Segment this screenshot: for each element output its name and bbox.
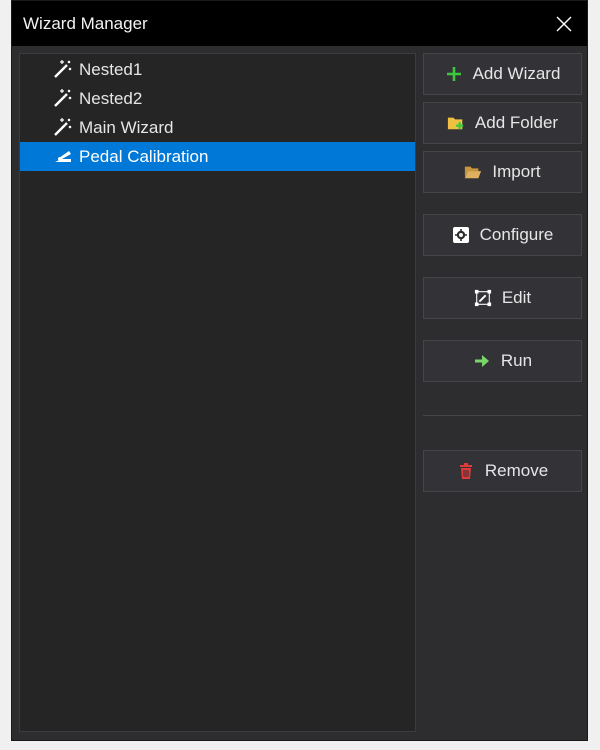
import-label: Import: [492, 162, 541, 181]
edit-label: Edit: [501, 288, 532, 307]
gear-icon: [452, 227, 469, 243]
title-bar: Wizard Manager: [12, 1, 587, 46]
add-wizard-button[interactable]: Add Wizard: [423, 53, 582, 95]
wizard-tree[interactable]: Nested1 Nested2 Main Wizard Pedal Calibr…: [19, 53, 416, 732]
tree-item-nested1[interactable]: Nested1: [20, 55, 415, 84]
trash-icon: [459, 463, 472, 479]
tree-item-main-wizard[interactable]: Main Wizard: [20, 113, 415, 142]
tree-item-label: Pedal Calibration: [79, 147, 209, 166]
magic-wand-icon: [54, 118, 72, 136]
wizard-manager-window: Wizard Manager Nested1 Nested2 Main Wiza…: [11, 0, 588, 741]
add-folder-button[interactable]: Add Folder: [423, 102, 582, 144]
folder-open-icon: [465, 166, 482, 179]
tree-item-label: Main Wizard: [79, 118, 174, 137]
remove-button[interactable]: Remove: [423, 450, 582, 492]
import-button[interactable]: Import: [423, 151, 582, 193]
run-label: Run: [500, 351, 533, 370]
edit-button[interactable]: Edit: [423, 277, 582, 319]
button-divider: [423, 415, 582, 416]
folder-add-icon: [447, 117, 464, 130]
magic-wand-icon: [54, 89, 72, 107]
magic-wand-icon: [54, 60, 72, 78]
close-icon: [556, 16, 572, 31]
edit-icon: [474, 289, 491, 307]
configure-label: Configure: [479, 225, 554, 244]
tree-item-pedal-calibration[interactable]: Pedal Calibration: [20, 142, 415, 171]
tree-item-nested2[interactable]: Nested2: [20, 84, 415, 113]
run-button[interactable]: Run: [423, 340, 582, 382]
add-wizard-label: Add Wizard: [472, 64, 561, 83]
close-button[interactable]: [541, 1, 587, 46]
tree-item-label: Nested1: [79, 60, 143, 79]
window-title: Wizard Manager: [23, 14, 148, 33]
configure-button[interactable]: Configure: [423, 214, 582, 256]
pedal-icon: [55, 151, 71, 162]
add-folder-label: Add Folder: [474, 113, 559, 132]
tree-item-label: Nested2: [79, 89, 143, 108]
remove-label: Remove: [484, 461, 549, 480]
arrow-right-icon: [474, 355, 489, 367]
plus-icon: [446, 67, 461, 81]
